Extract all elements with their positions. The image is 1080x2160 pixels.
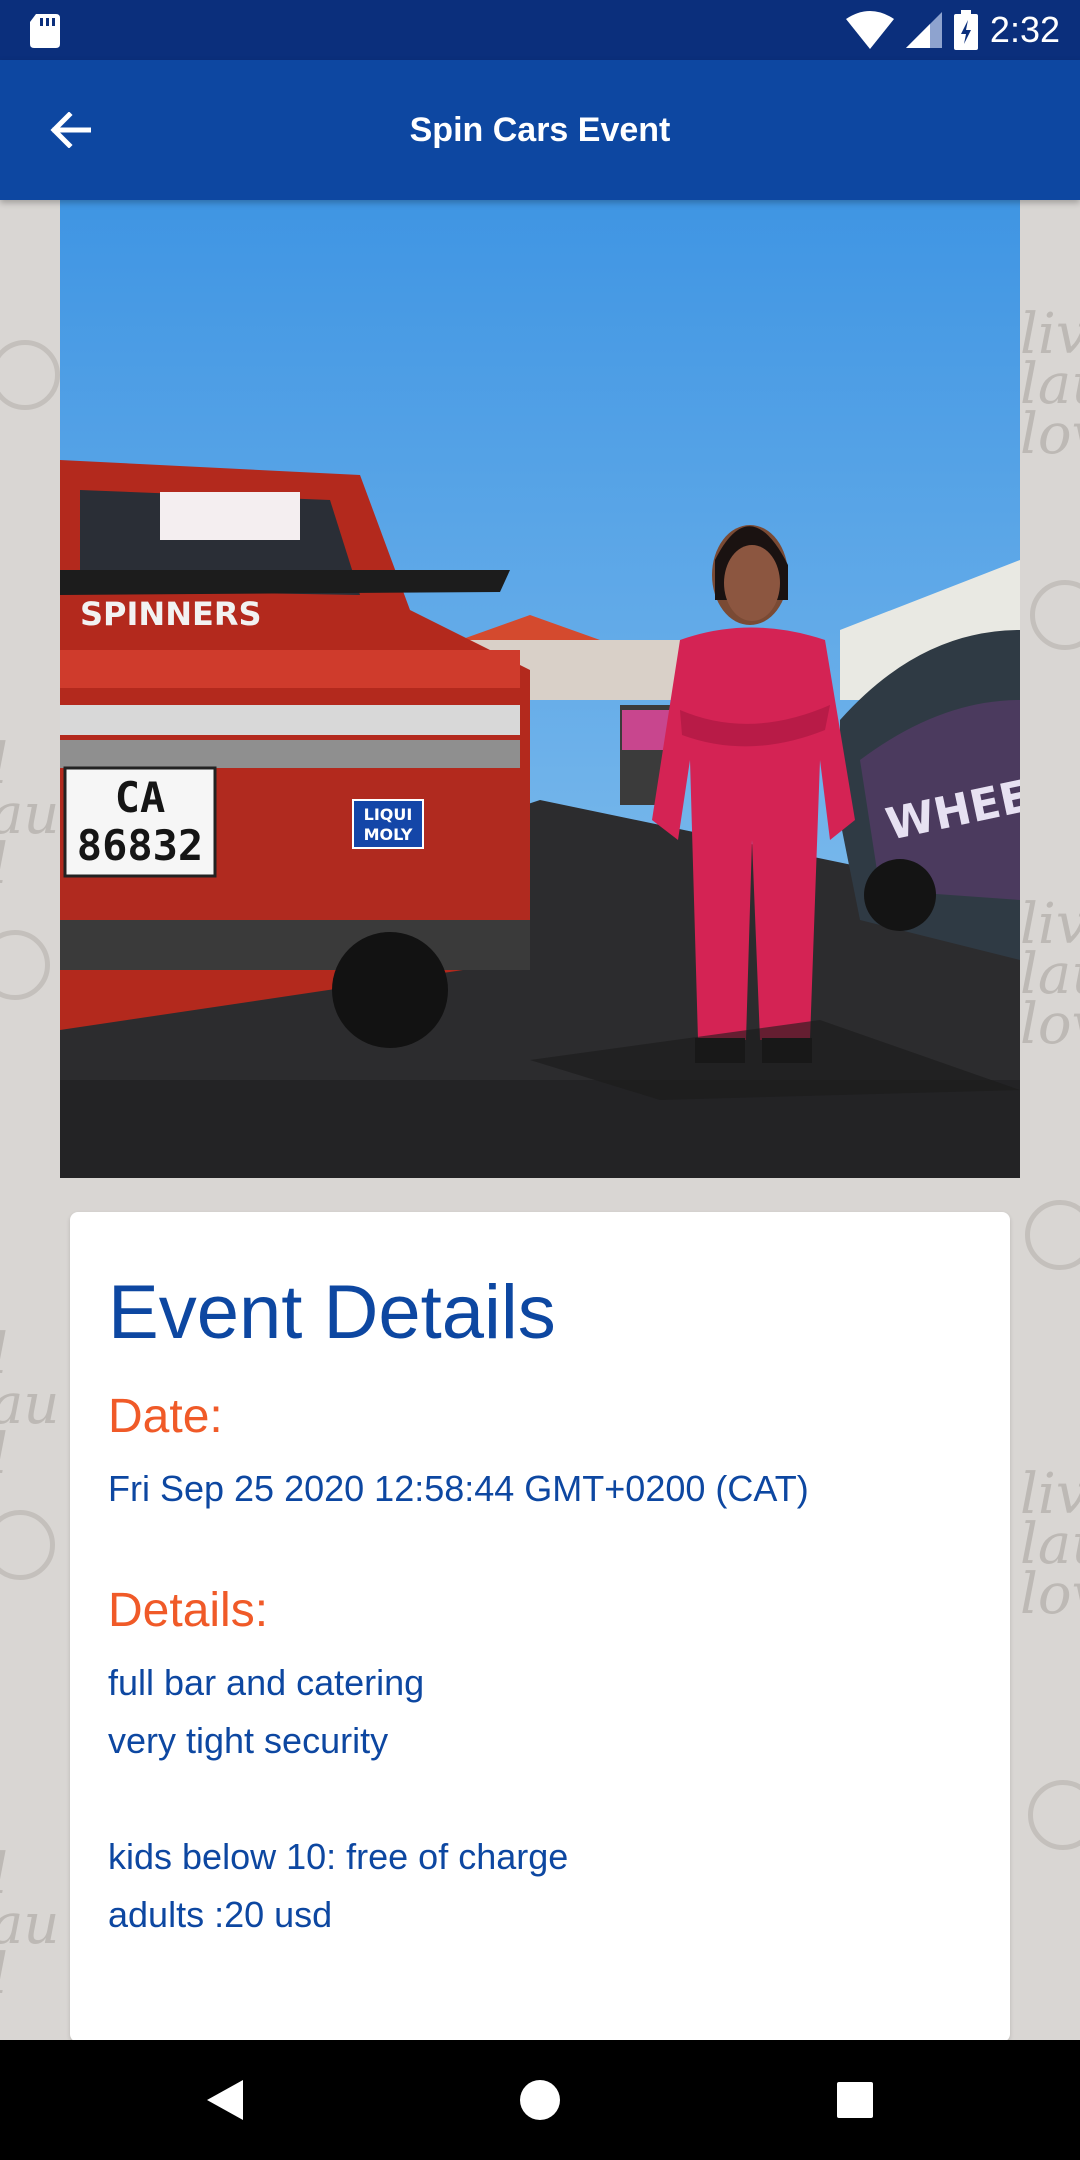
date-value: Fri Sep 25 2020 12:58:44 GMT+0200 (CAT): [108, 1468, 809, 1509]
sun-doodle: [1028, 1780, 1080, 1850]
signal-icon: [905, 12, 942, 48]
sticker-line1: LIQUI: [364, 805, 413, 824]
doodle-text: laul: [0, 737, 60, 893]
home-circle-icon: [520, 2080, 560, 2120]
sun-doodle: [0, 340, 60, 410]
back-triangle-icon: [207, 2080, 243, 2120]
sun-doodle: [1025, 1200, 1080, 1270]
nav-back-button[interactable]: [165, 2040, 285, 2160]
battery-charging-icon: [953, 10, 978, 50]
event-details-heading: Event Details: [108, 1270, 556, 1355]
doodle-text: laul: [0, 1327, 60, 1483]
date-label: Date:: [108, 1390, 223, 1443]
nav-home-button[interactable]: [480, 2040, 600, 2160]
doodle-text: livelaulov: [1020, 302, 1080, 467]
recents-square-icon: [837, 2082, 873, 2118]
event-photo-illustration: WHEELZ SPINNERS CA 86832 LIQUI MOLY: [60, 200, 1020, 1178]
sun-doodle: [1030, 580, 1080, 650]
sticker-line2: MOLY: [364, 825, 413, 844]
doodle-text: laul: [0, 1847, 60, 2003]
system-nav-bar: [0, 2040, 1080, 2160]
page-title: Spin Cars Event: [409, 110, 671, 149]
arrow-left-icon: [50, 112, 91, 148]
license-plate-line1: CA: [115, 773, 166, 822]
license-plate-line2: 86832: [77, 821, 203, 870]
event-photo: WHEELZ SPINNERS CA 86832 LIQUI MOLY: [60, 200, 1020, 1178]
sd-card-icon: [30, 14, 60, 48]
banner-text: SPINNERS: [80, 595, 262, 633]
clock: 2:32: [989, 9, 1060, 50]
doodle-text: livelaulov: [1020, 1462, 1080, 1627]
nav-recents-button[interactable]: [795, 2040, 915, 2160]
details-label: Details:: [108, 1584, 269, 1637]
wifi-icon: [845, 11, 894, 49]
event-details-card: Event Details Date: Fri Sep 25 2020 12:5…: [70, 1212, 1010, 2042]
app-bar: Spin Cars Event: [0, 60, 1080, 200]
details-text: full bar and catering very tight securit…: [108, 1662, 569, 1935]
sun-doodle: [0, 930, 50, 1000]
doodle-text: livelaulov: [1020, 892, 1080, 1057]
status-icons: 2:32: [845, 0, 1060, 60]
back-button[interactable]: [40, 100, 100, 160]
sun-doodle: [0, 1510, 55, 1580]
status-bar: 2:32: [0, 0, 1080, 60]
